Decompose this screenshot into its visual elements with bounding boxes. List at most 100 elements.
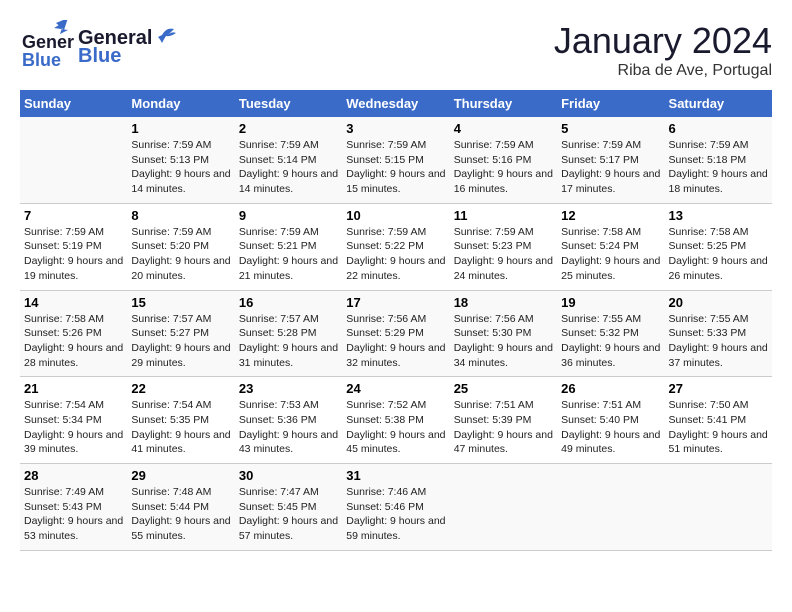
day-number: 30 xyxy=(239,468,338,483)
calendar-cell: 7Sunrise: 7:59 AMSunset: 5:19 PMDaylight… xyxy=(20,203,127,290)
calendar-cell: 15 Sunrise: 7:57 AMSunset: 5:27 PMDayligh… xyxy=(127,290,234,377)
day-number: 2 xyxy=(239,121,338,136)
calendar-cell xyxy=(20,117,127,203)
day-info: Sunrise: 7:59 AMSunset: 5:17 PMDaylight:… xyxy=(561,138,660,197)
day-number: 27 xyxy=(669,381,768,396)
calendar-week-row: 7Sunrise: 7:59 AMSunset: 5:19 PMDaylight… xyxy=(20,203,772,290)
day-number: 10 xyxy=(346,208,445,223)
calendar-cell: 31 Sunrise: 7:46 AMSunset: 5:46 PMDayligh… xyxy=(342,464,449,551)
day-info: Sunrise: 7:50 AMSunset: 5:41 PMDaylight:… xyxy=(669,398,768,457)
calendar-week-row: 14 Sunrise: 7:58 AMSunset: 5:26 PMDayligh… xyxy=(20,290,772,377)
weekday-header-sunday: Sunday xyxy=(20,90,127,117)
day-info: Sunrise: 7:48 AMSunset: 5:44 PMDaylight:… xyxy=(131,485,230,544)
day-info: Sunrise: 7:56 AMSunset: 5:29 PMDaylight:… xyxy=(346,312,445,371)
calendar-cell: 25 Sunrise: 7:51 AMSunset: 5:39 PMDayligh… xyxy=(450,377,557,464)
day-info: Sunrise: 7:58 AMSunset: 5:24 PMDaylight:… xyxy=(561,225,660,284)
day-info: Sunrise: 7:54 AMSunset: 5:35 PMDaylight:… xyxy=(131,398,230,457)
day-info: Sunrise: 7:56 AMSunset: 5:30 PMDaylight:… xyxy=(454,312,553,371)
day-info: Sunrise: 7:58 AMSunset: 5:26 PMDaylight:… xyxy=(24,312,123,371)
calendar-week-row: 1 Sunrise: 7:59 AMSunset: 5:13 PMDaylight… xyxy=(20,117,772,203)
weekday-header-friday: Friday xyxy=(557,90,664,117)
calendar-cell: 14 Sunrise: 7:58 AMSunset: 5:26 PMDayligh… xyxy=(20,290,127,377)
day-info: Sunrise: 7:59 AMSunset: 5:14 PMDaylight:… xyxy=(239,138,338,197)
calendar-cell: 27 Sunrise: 7:50 AMSunset: 5:41 PMDayligh… xyxy=(665,377,772,464)
day-info: Sunrise: 7:59 AMSunset: 5:20 PMDaylight:… xyxy=(131,225,230,284)
title-section: January 2024 Riba de Ave, Portugal xyxy=(554,20,772,80)
calendar-cell: 21 Sunrise: 7:54 AMSunset: 5:34 PMDayligh… xyxy=(20,377,127,464)
day-number: 16 xyxy=(239,295,338,310)
day-number: 5 xyxy=(561,121,660,136)
day-number: 13 xyxy=(669,208,768,223)
calendar-cell: 17Sunrise: 7:56 AMSunset: 5:29 PMDayligh… xyxy=(342,290,449,377)
day-info: Sunrise: 7:52 AMSunset: 5:38 PMDaylight:… xyxy=(346,398,445,457)
logo-icon: General Blue xyxy=(20,20,74,74)
day-number: 8 xyxy=(131,208,230,223)
logo: General Blue General Blue xyxy=(20,20,176,74)
day-number: 25 xyxy=(454,381,553,396)
day-number: 6 xyxy=(669,121,768,136)
day-info: Sunrise: 7:59 AMSunset: 5:13 PMDaylight:… xyxy=(131,138,230,197)
day-number: 12 xyxy=(561,208,660,223)
calendar-cell: 2 Sunrise: 7:59 AMSunset: 5:14 PMDaylight… xyxy=(235,117,342,203)
day-info: Sunrise: 7:51 AMSunset: 5:39 PMDaylight:… xyxy=(454,398,553,457)
day-info: Sunrise: 7:55 AMSunset: 5:33 PMDaylight:… xyxy=(669,312,768,371)
calendar-cell: 12 Sunrise: 7:58 AMSunset: 5:24 PMDayligh… xyxy=(557,203,664,290)
weekday-header-wednesday: Wednesday xyxy=(342,90,449,117)
day-number: 11 xyxy=(454,208,553,223)
day-info: Sunrise: 7:59 AMSunset: 5:21 PMDaylight:… xyxy=(239,225,338,284)
day-info: Sunrise: 7:53 AMSunset: 5:36 PMDaylight:… xyxy=(239,398,338,457)
calendar-cell: 6 Sunrise: 7:59 AMSunset: 5:18 PMDaylight… xyxy=(665,117,772,203)
day-number: 28 xyxy=(24,468,123,483)
day-number: 4 xyxy=(454,121,553,136)
day-number: 18 xyxy=(454,295,553,310)
weekday-header-monday: Monday xyxy=(127,90,234,117)
calendar-title: January 2024 xyxy=(554,20,772,62)
calendar-cell: 3Sunrise: 7:59 AMSunset: 5:15 PMDaylight… xyxy=(342,117,449,203)
calendar-cell: 19Sunrise: 7:55 AMSunset: 5:32 PMDayligh… xyxy=(557,290,664,377)
calendar-cell: 18 Sunrise: 7:56 AMSunset: 5:30 PMDayligh… xyxy=(450,290,557,377)
calendar-cell: 23Sunrise: 7:53 AMSunset: 5:36 PMDayligh… xyxy=(235,377,342,464)
day-number: 3 xyxy=(346,121,445,136)
calendar-cell: 11 Sunrise: 7:59 AMSunset: 5:23 PMDayligh… xyxy=(450,203,557,290)
day-number: 31 xyxy=(346,468,445,483)
weekday-header-thursday: Thursday xyxy=(450,90,557,117)
calendar-cell: 22Sunrise: 7:54 AMSunset: 5:35 PMDayligh… xyxy=(127,377,234,464)
day-number: 15 xyxy=(131,295,230,310)
calendar-cell: 28 Sunrise: 7:49 AMSunset: 5:43 PMDayligh… xyxy=(20,464,127,551)
day-info: Sunrise: 7:59 AMSunset: 5:23 PMDaylight:… xyxy=(454,225,553,284)
svg-text:Blue: Blue xyxy=(22,50,61,70)
day-number: 21 xyxy=(24,381,123,396)
day-number: 7 xyxy=(24,208,123,223)
calendar-cell: 1 Sunrise: 7:59 AMSunset: 5:13 PMDaylight… xyxy=(127,117,234,203)
calendar-cell: 26Sunrise: 7:51 AMSunset: 5:40 PMDayligh… xyxy=(557,377,664,464)
day-number: 29 xyxy=(131,468,230,483)
day-number: 14 xyxy=(24,295,123,310)
day-info: Sunrise: 7:46 AMSunset: 5:46 PMDaylight:… xyxy=(346,485,445,544)
calendar-cell: 20Sunrise: 7:55 AMSunset: 5:33 PMDayligh… xyxy=(665,290,772,377)
day-info: Sunrise: 7:54 AMSunset: 5:34 PMDaylight:… xyxy=(24,398,123,457)
calendar-cell: 16 Sunrise: 7:57 AMSunset: 5:28 PMDayligh… xyxy=(235,290,342,377)
day-info: Sunrise: 7:49 AMSunset: 5:43 PMDaylight:… xyxy=(24,485,123,544)
day-number: 1 xyxy=(131,121,230,136)
weekday-header-tuesday: Tuesday xyxy=(235,90,342,117)
calendar-cell: 30Sunrise: 7:47 AMSunset: 5:45 PMDayligh… xyxy=(235,464,342,551)
day-info: Sunrise: 7:58 AMSunset: 5:25 PMDaylight:… xyxy=(669,225,768,284)
day-number: 24 xyxy=(346,381,445,396)
calendar-cell: 4 Sunrise: 7:59 AMSunset: 5:16 PMDaylight… xyxy=(450,117,557,203)
day-number: 9 xyxy=(239,208,338,223)
calendar-cell: 5 Sunrise: 7:59 AMSunset: 5:17 PMDaylight… xyxy=(557,117,664,203)
calendar-week-row: 21 Sunrise: 7:54 AMSunset: 5:34 PMDayligh… xyxy=(20,377,772,464)
calendar-cell: 9 Sunrise: 7:59 AMSunset: 5:21 PMDaylight… xyxy=(235,203,342,290)
page-header: General Blue General Blue January 2024 R… xyxy=(20,20,772,80)
day-info: Sunrise: 7:59 AMSunset: 5:16 PMDaylight:… xyxy=(454,138,553,197)
calendar-cell: 29 Sunrise: 7:48 AMSunset: 5:44 PMDayligh… xyxy=(127,464,234,551)
day-info: Sunrise: 7:59 AMSunset: 5:18 PMDaylight:… xyxy=(669,138,768,197)
calendar-subtitle: Riba de Ave, Portugal xyxy=(554,62,772,80)
calendar-cell xyxy=(557,464,664,551)
day-info: Sunrise: 7:51 AMSunset: 5:40 PMDaylight:… xyxy=(561,398,660,457)
day-info: Sunrise: 7:57 AMSunset: 5:27 PMDaylight:… xyxy=(131,312,230,371)
weekday-header-saturday: Saturday xyxy=(665,90,772,117)
day-info: Sunrise: 7:55 AMSunset: 5:32 PMDaylight:… xyxy=(561,312,660,371)
day-info: Sunrise: 7:57 AMSunset: 5:28 PMDaylight:… xyxy=(239,312,338,371)
calendar-cell: 8 Sunrise: 7:59 AMSunset: 5:20 PMDaylight… xyxy=(127,203,234,290)
